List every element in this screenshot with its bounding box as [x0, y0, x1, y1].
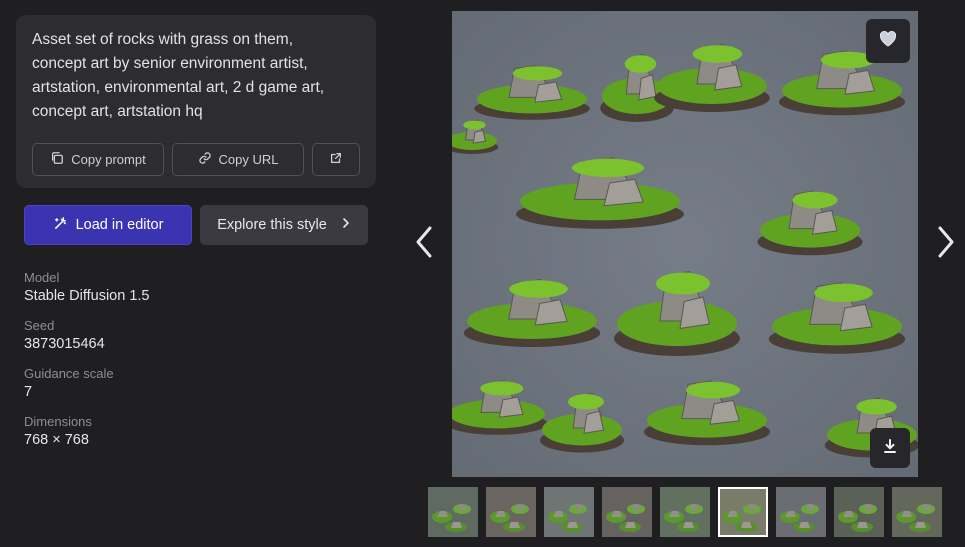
- open-external-button[interactable]: [312, 143, 360, 176]
- favorite-button[interactable]: [866, 19, 910, 63]
- load-in-editor-label: Load in editor: [75, 217, 164, 233]
- thumbnail-item[interactable]: [776, 487, 826, 537]
- thumbnail-item[interactable]: [834, 487, 884, 537]
- link-icon: [198, 151, 212, 168]
- generated-image[interactable]: [452, 11, 918, 477]
- chevron-right-icon: [936, 225, 956, 264]
- detail-label: Model: [24, 270, 60, 285]
- thumbnail-item[interactable]: [544, 487, 594, 537]
- thumbnail-item[interactable]: [602, 487, 652, 537]
- copy-url-button[interactable]: Copy URL: [172, 143, 304, 176]
- thumbnail-item[interactable]: [892, 487, 942, 537]
- explore-style-button[interactable]: Explore this style: [200, 205, 368, 245]
- detail-seed: Seed 3873015464: [24, 318, 105, 354]
- copy-prompt-label: Copy prompt: [71, 152, 146, 167]
- detail-label: Guidance scale: [24, 366, 114, 381]
- detail-label: Dimensions: [24, 414, 92, 429]
- detail-value: 7: [24, 384, 33, 400]
- explore-style-label: Explore this style: [217, 217, 327, 233]
- download-icon: [882, 438, 898, 459]
- prompt-line: concept art, artstation hq: [32, 103, 203, 120]
- load-in-editor-button[interactable]: Load in editor: [24, 205, 192, 245]
- prompt-line: Asset set of rocks with grass on them,: [32, 31, 294, 48]
- thumbnail-item[interactable]: [486, 487, 536, 537]
- rocks-artwork: [452, 11, 918, 477]
- prompt-line: concept art by senior environment artist…: [32, 55, 308, 72]
- previous-image-button[interactable]: [412, 224, 436, 264]
- thumbnail-item[interactable]: [428, 487, 478, 537]
- chevron-left-icon: [414, 225, 434, 264]
- detail-value: Stable Diffusion 1.5: [24, 288, 150, 304]
- download-button[interactable]: [870, 428, 910, 468]
- copy-url-label: Copy URL: [218, 152, 279, 167]
- heart-icon: [879, 30, 897, 52]
- chevron-right-icon: [341, 217, 351, 233]
- magic-wand-icon: [53, 216, 68, 235]
- thumbnail-item[interactable]: [660, 487, 710, 537]
- next-image-button[interactable]: [934, 224, 958, 264]
- detail-model: Model Stable Diffusion 1.5: [24, 270, 149, 306]
- detail-label: Seed: [24, 318, 55, 333]
- detail-value: 768 × 768: [24, 432, 89, 448]
- prompt-card: Asset set of rocks with grass on them, c…: [16, 15, 376, 188]
- thumbnail-item[interactable]: [718, 487, 768, 537]
- prompt-text: Asset set of rocks with grass on them, c…: [32, 28, 362, 124]
- detail-guidance-scale: Guidance scale 7: [24, 366, 114, 402]
- detail-value: 3873015464: [24, 336, 105, 352]
- copy-prompt-button[interactable]: Copy prompt: [32, 143, 164, 176]
- detail-dimensions: Dimensions 768 × 768: [24, 414, 92, 450]
- prompt-line: artstation, environmental art, 2 d game …: [32, 79, 325, 96]
- external-link-icon: [329, 151, 343, 168]
- copy-icon: [50, 151, 64, 168]
